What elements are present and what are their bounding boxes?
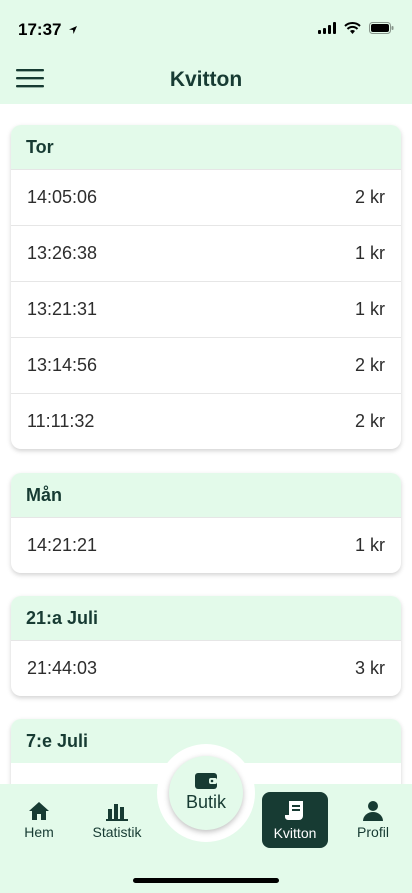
receipt-time: 11:11:32 [27, 411, 95, 431]
bar-chart-icon [106, 803, 128, 821]
receipt-time: 13:14:56 [27, 355, 98, 375]
receipt-amount: 1 kr [354, 535, 385, 555]
butik-label: Butik [185, 792, 227, 812]
receipt-time: 14:05:06 [27, 187, 98, 207]
receipt-row[interactable]: 14:05:06 2 kr [11, 169, 401, 225]
home-indicator [133, 878, 279, 883]
receipt-group-card: Mån 14:21:21 1 kr [11, 473, 401, 573]
battery-icon [369, 22, 394, 34]
receipt-group-card: 21:a Juli 21:44:03 3 kr [11, 596, 401, 696]
receipt-amount: 3 kr [354, 658, 385, 678]
nav-label: Profil [357, 823, 389, 840]
nav-item-profil[interactable]: Profil [340, 792, 406, 848]
wifi-icon [344, 22, 361, 34]
wallet-icon [195, 773, 217, 789]
app-bar: Kvitton [0, 56, 412, 104]
receipt-row[interactable]: 14:21:21 1 kr [11, 517, 401, 573]
receipt-amount: 2 kr [354, 411, 385, 431]
signal-icon [318, 22, 336, 34]
receipt-time: 14:21:21 [27, 535, 98, 555]
receipt-row[interactable]: 13:26:38 1 kr [11, 225, 401, 281]
receipt-icon [285, 800, 303, 820]
group-header: 21:a Juli [11, 596, 401, 640]
status-bar: 17:37 [0, 0, 412, 56]
receipt-row[interactable]: 13:14:56 2 kr [11, 337, 401, 393]
receipt-row[interactable]: 11:11:32 2 kr [11, 393, 401, 449]
butik-button[interactable]: Butik [169, 756, 243, 830]
receipt-time: 13:26:38 [27, 243, 98, 263]
status-icons [318, 22, 394, 34]
receipt-amount: 1 kr [354, 299, 385, 319]
page-title: Kvitton [169, 68, 243, 91]
group-header: Tor [11, 125, 401, 169]
receipt-time: 13:21:31 [27, 299, 98, 319]
group-header: Mån [11, 473, 401, 517]
receipt-time: 21:44:03 [27, 658, 98, 678]
nav-label: Kvitton [273, 824, 317, 841]
nav-item-home[interactable]: Hem [6, 792, 72, 848]
nav-label: Hem [24, 823, 54, 840]
nav-item-kvitton[interactable]: Kvitton [262, 792, 328, 848]
home-icon [29, 801, 49, 820]
receipt-group-card: Tor 14:05:06 2 kr 13:26:38 1 kr 13:21:31… [11, 125, 401, 449]
receipt-row[interactable]: 21:44:03 3 kr [11, 640, 401, 696]
status-time: 17:37 [18, 20, 78, 40]
receipt-list[interactable]: Tor 14:05:06 2 kr 13:26:38 1 kr 13:21:31… [0, 104, 412, 784]
location-arrow-icon [69, 26, 78, 34]
receipt-amount: 2 kr [354, 187, 385, 207]
nav-label: Statistik [92, 823, 142, 840]
receipt-amount: 1 kr [354, 243, 385, 263]
receipt-amount: 2 kr [354, 355, 385, 375]
person-icon [363, 800, 383, 821]
nav-item-statistik[interactable]: Statistik [84, 792, 150, 848]
receipt-row[interactable]: 13:21:31 1 kr [11, 281, 401, 337]
